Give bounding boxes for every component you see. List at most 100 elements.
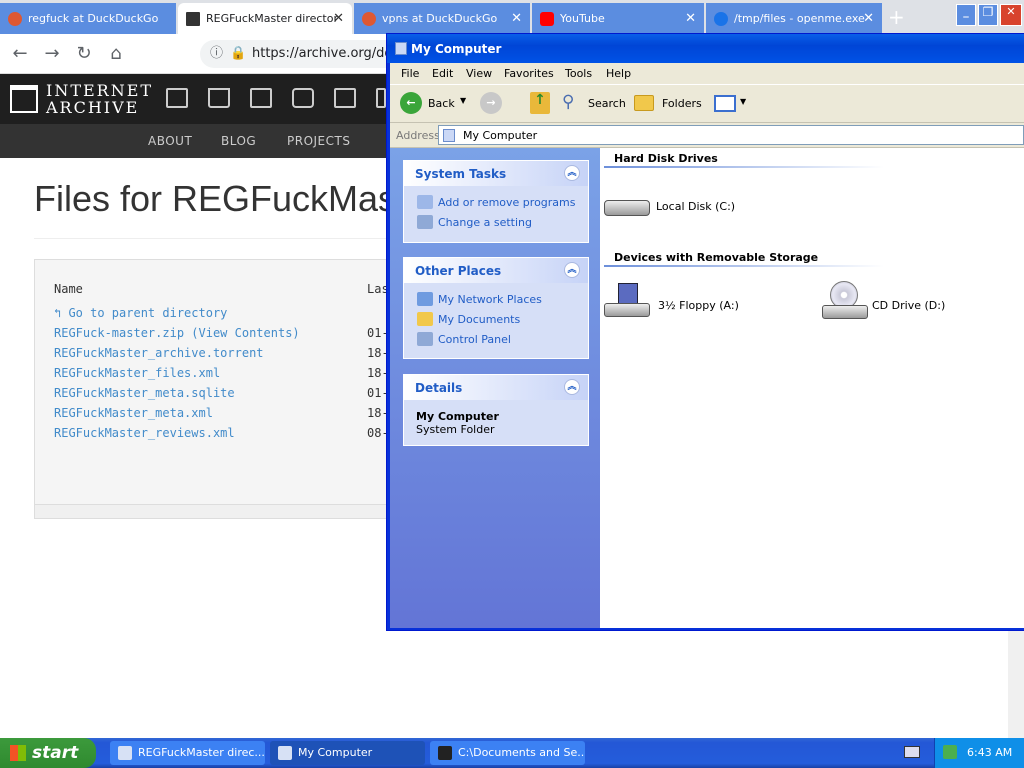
reload-icon[interactable]: ↻ — [72, 42, 96, 66]
system-tasks-header[interactable]: System Tasks ︽ — [404, 161, 588, 186]
menu-file[interactable]: File — [401, 67, 419, 80]
close-button[interactable]: ✕ — [1000, 4, 1022, 26]
file-link[interactable]: REGFuckMaster_files.xml — [54, 366, 220, 380]
details-header[interactable]: Details ︽ — [404, 375, 588, 400]
column-header-name[interactable]: Name — [54, 282, 83, 296]
drive-floppy-a[interactable]: 3½ Floppy (A:) — [604, 283, 744, 329]
horizontal-scrollbar[interactable] — [35, 504, 393, 518]
close-tab-icon[interactable]: ✕ — [511, 11, 522, 26]
add-remove-programs-link[interactable]: Add or remove programs — [404, 192, 588, 212]
back-arrow-icon[interactable]: ← — [8, 42, 32, 66]
youtube-icon — [540, 11, 554, 26]
collapse-chevron-icon[interactable]: ︽ — [564, 262, 580, 278]
start-label: start — [32, 743, 79, 763]
start-button[interactable]: start — [0, 738, 96, 768]
lock-icon: 🔒 — [230, 46, 247, 61]
panel-title: System Tasks — [415, 167, 507, 181]
taskbar: start REGFuckMaster direc... My Computer… — [0, 738, 1024, 768]
taskbar-item-7zip[interactable]: C:\Documents and Se... — [430, 741, 585, 765]
control-panel-link[interactable]: Control Panel — [404, 329, 588, 349]
restore-button[interactable]: ❐ — [978, 4, 998, 26]
file-link[interactable]: REGFuckMaster_archive.torrent — [54, 346, 264, 360]
software-icon[interactable] — [334, 88, 356, 108]
floppy-drive-icon — [604, 283, 650, 323]
collapse-chevron-icon[interactable]: ︽ — [564, 379, 580, 395]
minimize-button[interactable]: _ — [956, 4, 976, 26]
back-button[interactable]: ← Back ▼ — [398, 92, 468, 116]
up-folder-icon[interactable]: ↑ — [530, 92, 550, 114]
clock[interactable]: 6:43 AM — [967, 746, 1012, 759]
change-setting-link[interactable]: Change a setting — [404, 212, 588, 232]
file-link[interactable]: REGFuckMaster_reviews.xml — [54, 426, 235, 440]
forward-arrow-icon[interactable]: → — [40, 42, 64, 66]
close-tab-icon[interactable]: ✕ — [863, 11, 874, 26]
7zip-icon — [438, 746, 452, 760]
file-link[interactable]: REGFuckMaster_meta.xml — [54, 406, 213, 420]
search-button[interactable]: ⚲ Search — [562, 92, 628, 116]
my-computer-window: My Computer File Edit View Favorites Too… — [386, 33, 1024, 631]
forward-arrow-icon[interactable]: → — [480, 92, 502, 114]
task-pane: System Tasks ︽ Add or remove programs Ch… — [390, 148, 600, 628]
taskbar-item-my-computer[interactable]: My Computer — [270, 741, 425, 765]
drive-local-c[interactable]: Local Disk (C:) — [604, 200, 735, 230]
tab-title: vpns at DuckDuckGo — [382, 12, 498, 25]
menu-help[interactable]: Help — [606, 67, 631, 80]
window-title: My Computer — [411, 42, 502, 56]
menu-favorites[interactable]: Favorites — [504, 67, 554, 80]
close-tab-icon[interactable]: ✕ — [333, 11, 344, 26]
vertical-scrollbar[interactable] — [1008, 628, 1024, 738]
drive-cd-d[interactable]: CD Drive (D:) — [822, 281, 962, 329]
views-button[interactable]: ▼ — [712, 92, 748, 116]
tab-regfuckmaster[interactable]: REGFuckMaster director ✕ — [178, 3, 352, 34]
file-link[interactable]: REGFuckMaster_meta.sqlite — [54, 386, 235, 400]
back-arrow-icon: ← — [400, 92, 422, 114]
my-network-places-link[interactable]: My Network Places — [404, 289, 588, 309]
link-label: Add or remove programs — [438, 196, 576, 209]
close-tab-icon[interactable]: ✕ — [685, 11, 696, 26]
logo-line-1: INTERNET — [46, 81, 154, 100]
taskbar-item-browser[interactable]: REGFuckMaster direc... — [110, 741, 265, 765]
my-documents-link[interactable]: My Documents — [404, 309, 588, 329]
book-icon[interactable] — [208, 88, 230, 108]
parent-directory-link[interactable]: ↰ Go to parent directory — [54, 306, 227, 320]
details-panel: Details ︽ My Computer System Folder — [403, 374, 589, 446]
dropdown-arrow-icon[interactable]: ▼ — [460, 96, 466, 105]
film-icon[interactable] — [250, 88, 272, 108]
network-tray-icon[interactable] — [943, 745, 957, 759]
audio-icon[interactable] — [292, 88, 314, 108]
folders-button[interactable]: Folders — [634, 92, 702, 116]
system-tray: 6:43 AM — [934, 738, 1024, 768]
tab-regfuck[interactable]: regfuck at DuckDuckGo — [0, 3, 176, 34]
nav-projects[interactable]: PROJECTS — [287, 134, 350, 148]
nav-about[interactable]: ABOUT — [148, 134, 192, 148]
views-icon — [714, 95, 736, 112]
taskbar-item-label: My Computer — [298, 746, 373, 759]
new-tab-icon[interactable]: + — [888, 5, 905, 29]
computer-icon — [443, 129, 455, 142]
duckduckgo-icon — [8, 11, 22, 26]
menu-view[interactable]: View — [466, 67, 492, 80]
nav-blog[interactable]: BLOG — [221, 134, 256, 148]
images-icon[interactable] — [376, 88, 386, 108]
tab-youtube[interactable]: YouTube ✕ — [532, 3, 704, 34]
link-label: Change a setting — [438, 216, 532, 229]
window-titlebar[interactable]: My Computer — [387, 34, 1024, 63]
info-icon[interactable]: ⓘ — [210, 40, 223, 68]
collapse-chevron-icon[interactable]: ︽ — [564, 165, 580, 181]
web-icon[interactable] — [166, 88, 188, 108]
network-icon — [417, 292, 433, 306]
menu-edit[interactable]: Edit — [432, 67, 453, 80]
tab-openme[interactable]: /tmp/files - openme.exe ✕ — [706, 3, 882, 34]
windows-logo-icon — [10, 745, 26, 761]
address-field[interactable]: My Computer — [438, 125, 1024, 145]
cloud-icon — [714, 11, 728, 26]
search-label: Search — [588, 97, 626, 110]
keyboard-icon[interactable] — [904, 746, 920, 758]
tab-vpns[interactable]: vpns at DuckDuckGo ✕ — [354, 3, 530, 34]
file-link[interactable]: REGFuck-master.zip (View Contents) — [54, 326, 300, 340]
other-places-header[interactable]: Other Places ︽ — [404, 258, 588, 283]
menu-tools[interactable]: Tools — [565, 67, 592, 80]
url-text: https://archive.org/dow — [252, 46, 403, 61]
duckduckgo-icon — [362, 11, 376, 26]
home-icon[interactable]: ⌂ — [104, 42, 128, 66]
